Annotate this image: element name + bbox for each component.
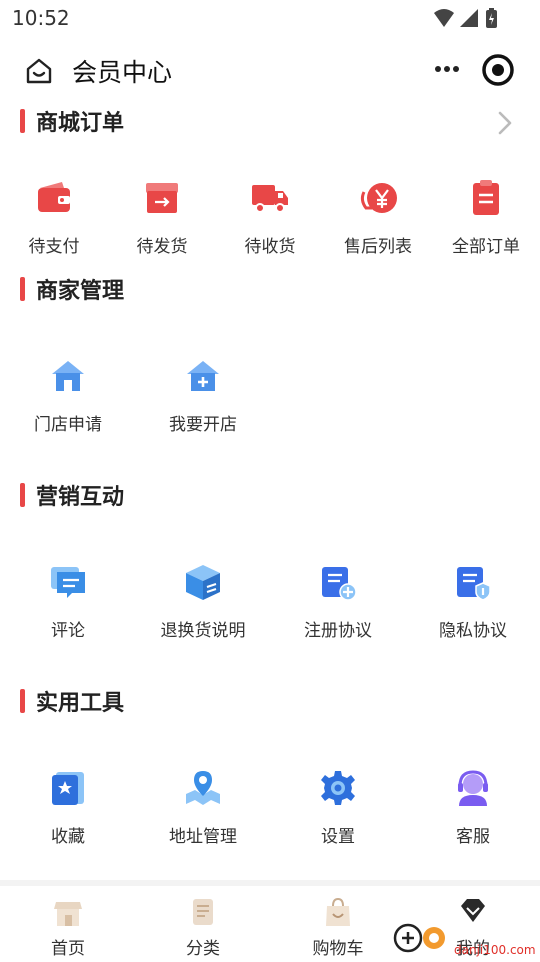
shopping-bag-icon [326, 897, 350, 926]
tools-address-management[interactable]: 地址管理 [148, 768, 258, 864]
section-title: 商城订单 [36, 111, 125, 136]
item-label: 待发货 [136, 237, 188, 257]
item-label: 评论 [51, 621, 85, 641]
tab-label: 首页 [51, 939, 85, 959]
section-merchant-header: 商家管理 [20, 274, 124, 304]
wallet-icon [38, 182, 70, 212]
comment-icon [51, 567, 85, 598]
order-pending-receipt[interactable]: 待收货 [215, 178, 325, 274]
tab-label: 分类 [186, 939, 220, 959]
page-title: 会员中心 [72, 58, 173, 87]
tab-cart[interactable]: 购物车 [288, 896, 388, 962]
marketing-return-policy[interactable]: 退换货说明 [148, 562, 258, 658]
customer-service-icon [458, 770, 488, 806]
privacy-doc-icon [457, 567, 491, 601]
marketing-privacy-agreement[interactable]: 隐私协议 [418, 562, 528, 658]
item-label: 退换货说明 [160, 621, 246, 641]
tab-home[interactable]: 首页 [18, 896, 118, 962]
item-label: 设置 [321, 827, 355, 847]
exchange-box-icon [186, 565, 220, 600]
item-label: 收藏 [51, 827, 85, 847]
section-title: 营销互动 [36, 485, 125, 510]
section-accent-bar [20, 483, 25, 507]
section-accent-bar [20, 277, 25, 301]
merchant-store-apply[interactable]: 门店申请 [13, 356, 123, 452]
refund-yen-icon [360, 183, 397, 213]
store-add-icon [187, 361, 219, 391]
home-icon[interactable] [22, 54, 56, 88]
item-label: 待支付 [28, 237, 80, 257]
box-ship-icon [146, 183, 178, 213]
merchant-open-store[interactable]: 我要开店 [148, 356, 258, 452]
item-label: 全部订单 [452, 237, 520, 257]
section-orders-header: 商城订单 [20, 106, 124, 136]
register-doc-icon [322, 567, 357, 601]
settings-gear-icon [321, 771, 355, 805]
item-label: 地址管理 [169, 827, 237, 847]
store-house-icon [52, 361, 84, 391]
item-label: 客服 [456, 827, 490, 847]
watermark-logo: danji100.com [393, 923, 536, 957]
tools-settings[interactable]: 设置 [283, 768, 393, 864]
marketing-comments[interactable]: 评论 [13, 562, 123, 658]
chevron-right-icon[interactable] [494, 108, 516, 138]
order-pending-payment[interactable]: 待支付 [0, 178, 109, 274]
tab-label: 购物车 [312, 939, 364, 959]
tab-category[interactable]: 分类 [153, 896, 253, 962]
tools-customer-service[interactable]: 客服 [418, 768, 528, 864]
status-bar: 10:52 [0, 0, 540, 38]
wifi-icon [434, 9, 454, 27]
section-marketing-header: 营销互动 [20, 480, 124, 510]
favorite-star-icon [52, 772, 84, 805]
item-label: 售后列表 [344, 237, 412, 257]
truck-icon [252, 185, 288, 213]
order-all[interactable]: 全部订单 [431, 178, 540, 274]
section-accent-bar [20, 109, 25, 133]
section-accent-bar [20, 689, 25, 713]
section-title: 商家管理 [36, 279, 125, 304]
item-label: 隐私协议 [439, 621, 507, 641]
watermark-text: danji100.com [454, 943, 536, 957]
marketing-register-agreement[interactable]: 注册协议 [283, 562, 393, 658]
status-icons [434, 8, 497, 28]
section-title: 实用工具 [36, 691, 125, 716]
order-after-sales[interactable]: 售后列表 [323, 178, 433, 274]
item-label: 我要开店 [169, 415, 237, 435]
location-map-icon [186, 771, 220, 805]
status-time: 10:52 [12, 6, 70, 30]
tools-favorites[interactable]: 收藏 [13, 768, 123, 864]
order-pending-shipment[interactable]: 待发货 [107, 178, 217, 274]
item-label: 门店申请 [34, 415, 102, 435]
clipboard-icon [473, 180, 499, 215]
home-shop-icon [54, 902, 82, 926]
category-scroll-icon [193, 899, 213, 925]
section-tools-header: 实用工具 [20, 686, 124, 716]
close-target-icon[interactable] [480, 52, 516, 88]
item-label: 注册协议 [304, 621, 372, 641]
more-icon[interactable] [432, 56, 462, 82]
signal-icon [460, 9, 478, 27]
nav-bar: 会员中心 [0, 38, 540, 102]
item-label: 待收货 [244, 237, 296, 257]
